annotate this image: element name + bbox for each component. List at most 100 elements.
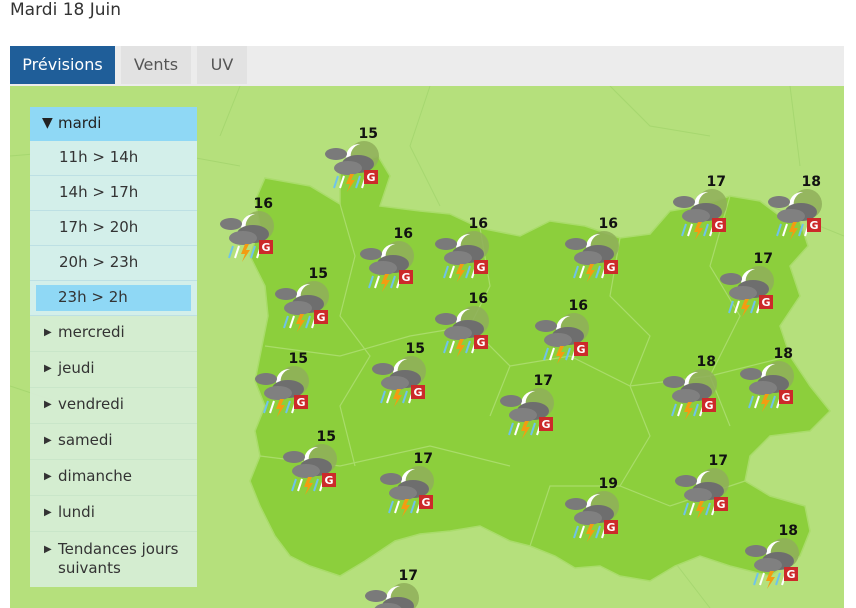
forecast-marker[interactable]: G 15 [367,341,437,407]
svg-text:G: G [606,521,615,534]
night-thunderstorm-rain-hail-icon: G [565,231,619,282]
night-thunderstorm-rain-hail-icon: G [325,141,379,192]
night-thunderstorm-rain-hail-icon: G [255,366,309,417]
tab-uv[interactable]: UV [197,46,247,84]
forecast-marker[interactable]: G 17 [360,568,430,608]
forecast-marker[interactable]: G 17 [670,453,740,519]
day-label: vendredi [58,395,124,413]
temperature-label: 17 [413,451,433,467]
forecast-marker[interactable]: G 17 [668,174,738,240]
forecast-marker[interactable]: G 17 [495,373,565,439]
temperature-label: 16 [253,196,273,212]
forecast-marker[interactable]: G 16 [560,216,630,282]
svg-text:G: G [413,386,422,399]
triangle-right-icon: ▶ [44,507,52,518]
triangle-right-icon: ▶ [44,363,52,374]
day-item-vendredi[interactable]: ▶ vendredi [30,388,197,424]
time-slot-17h[interactable]: 17h > 20h [30,211,197,246]
svg-text:G: G [761,296,770,309]
forecast-marker[interactable]: G 16 [355,226,425,292]
svg-text:G: G [704,399,713,412]
temperature-label: 15 [358,126,378,142]
svg-text:G: G [324,474,333,487]
svg-text:G: G [421,496,430,509]
forecast-marker[interactable]: G 16 [215,196,285,262]
svg-text:G: G [716,498,725,511]
day-label: mercredi [58,323,125,341]
time-slot-11h[interactable]: 11h > 14h [30,141,197,176]
temperature-label: 19 [598,476,618,492]
day-item-mercredi[interactable]: ▶ mercredi [30,316,197,352]
svg-text:G: G [476,261,485,274]
forecast-marker[interactable]: G 16 [430,291,500,357]
selected-slot-label: 23h > 2h [36,285,191,311]
forecast-marker[interactable]: G 18 [735,346,805,412]
night-thunderstorm-rain-hail-icon: G [675,468,729,519]
temperature-label: 18 [696,354,716,370]
temperature-label: 16 [568,298,588,314]
day-item-samedi[interactable]: ▶ samedi [30,424,197,460]
forecast-marker[interactable]: G 18 [740,523,810,589]
triangle-right-icon: ▶ [44,327,52,338]
forecast-marker[interactable]: G 15 [250,351,320,417]
temperature-label: 18 [778,523,798,539]
night-thunderstorm-rain-hail-icon: G [365,583,419,608]
night-thunderstorm-rain-hail-icon: G [745,538,799,589]
day-item-dimanche[interactable]: ▶ dimanche [30,460,197,496]
triangle-down-icon: ▼ [42,115,53,131]
temperature-label: 15 [308,266,328,282]
forecast-marker[interactable]: G 15 [278,429,348,495]
night-thunderstorm-rain-hail-icon: G [740,361,794,412]
temperature-label: 17 [398,568,418,584]
night-thunderstorm-rain-hail-icon: G [768,189,822,240]
forecast-marker[interactable]: G 18 [763,174,833,240]
triangle-right-icon: ▶ [44,435,52,446]
day-selector-panel: ▼ mardi 11h > 14h 14h > 17h 17h > 20h 20… [30,107,197,587]
forecast-marker[interactable]: G 18 [658,354,728,420]
temperature-label: 17 [753,251,773,267]
forecast-marker[interactable]: G 16 [430,216,500,282]
night-thunderstorm-rain-hail-icon: G [372,356,426,407]
svg-text:G: G [809,219,818,232]
svg-text:G: G [576,343,585,356]
triangle-right-icon: ▶ [44,399,52,410]
day-item-lundi[interactable]: ▶ lundi [30,496,197,532]
page-title: Mardi 18 Juin [10,0,122,20]
day-label: lundi [58,503,95,521]
night-thunderstorm-rain-hail-icon: G [220,211,274,262]
forecast-marker[interactable]: G 19 [560,476,630,542]
forecast-marker[interactable]: G 17 [375,451,445,517]
night-thunderstorm-rain-hail-icon: G [275,281,329,332]
temperature-label: 15 [288,351,308,367]
svg-text:G: G [781,391,790,404]
svg-text:G: G [714,219,723,232]
time-slot-20h[interactable]: 20h > 23h [30,246,197,281]
forecast-marker[interactable]: G 16 [530,298,600,364]
svg-text:G: G [316,311,325,324]
tab-previsions[interactable]: Prévisions [10,46,115,84]
day-item-tendances[interactable]: ▶ Tendances jours suivants [30,532,197,587]
day-header-mardi[interactable]: ▼ mardi [30,107,197,141]
time-slot-14h[interactable]: 14h > 17h [30,176,197,211]
trends-label: Tendances jours suivants [58,540,179,577]
svg-text:G: G [476,336,485,349]
svg-text:G: G [366,171,375,184]
forecast-marker[interactable]: G 15 [270,266,340,332]
forecast-marker[interactable]: G 15 [320,126,390,192]
temperature-label: 16 [393,226,413,242]
day-label: jeudi [58,359,95,377]
temperature-label: 15 [316,429,336,445]
tab-vents[interactable]: Vents [121,46,191,84]
temperature-label: 17 [533,373,553,389]
weather-map: ▼ mardi 11h > 14h 14h > 17h 17h > 20h 20… [10,86,844,608]
svg-text:G: G [401,271,410,284]
svg-text:G: G [296,396,305,409]
night-thunderstorm-rain-hail-icon: G [435,306,489,357]
triangle-right-icon: ▶ [44,471,52,482]
svg-text:G: G [786,568,795,581]
svg-text:G: G [541,418,550,431]
time-slot-23h-selected[interactable]: 23h > 2h [30,281,197,316]
forecast-marker[interactable]: G 17 [715,251,785,317]
temperature-label: 16 [598,216,618,232]
day-item-jeudi[interactable]: ▶ jeudi [30,352,197,388]
